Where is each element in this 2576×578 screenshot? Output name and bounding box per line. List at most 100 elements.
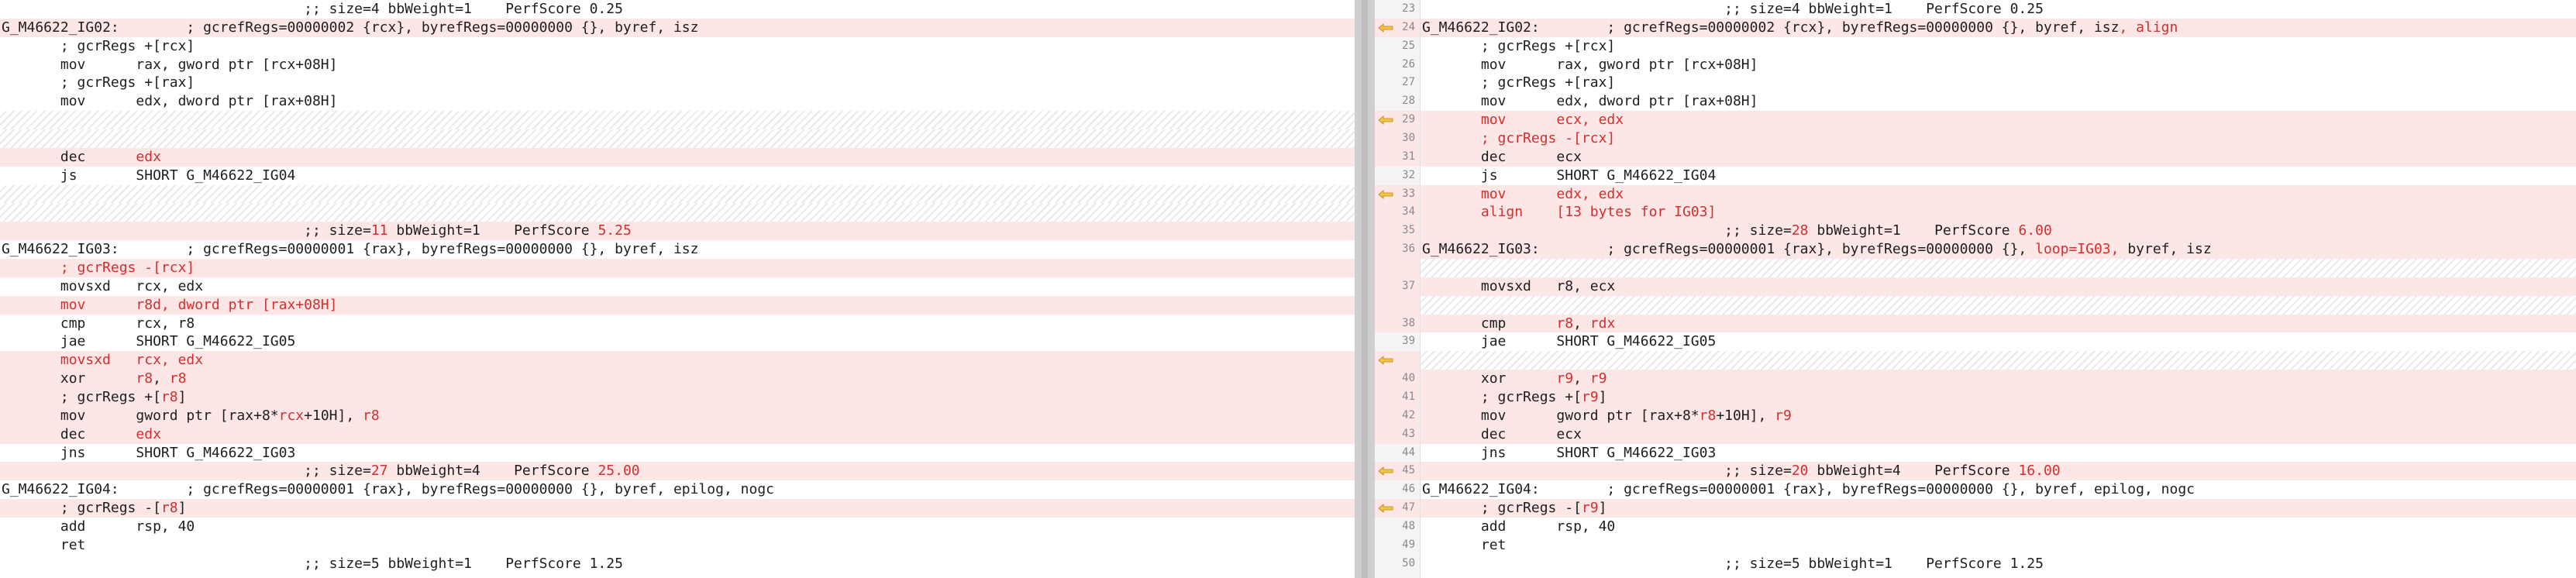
diff-viewer: ;; size=4 bbWeight=1 PerfScore 0.25 G_M46… xyxy=(0,0,2576,578)
code-line[interactable]: jns SHORT G_M46622_IG03 xyxy=(0,444,1355,463)
line-number: 23 xyxy=(1375,0,1420,19)
line-number: 48 xyxy=(1375,518,1420,536)
change-arrow-icon[interactable] xyxy=(1378,466,1393,477)
code-line[interactable]: G_M46622_IG04: ; gcrefRegs=00000001 {rax… xyxy=(0,480,1355,499)
line-number-label: 35 xyxy=(1402,224,1415,237)
code-changed-line[interactable]: ; gcrRegs -[r8] xyxy=(0,499,1355,518)
change-arrow-icon[interactable] xyxy=(1378,356,1393,366)
code-changed-line[interactable]: G_M46622_IG02: ; gcrefRegs=00000002 {rcx… xyxy=(0,18,1355,37)
code-line[interactable]: movsxd rcx, edx xyxy=(0,277,1355,296)
line-number: 35 xyxy=(1375,222,1420,241)
changed-token: r8 xyxy=(363,407,380,424)
pane-splitter[interactable] xyxy=(1355,0,1375,578)
code-changed-line[interactable]: align [13 bytes for IG03] xyxy=(1421,203,2576,222)
line-number-label: 44 xyxy=(1402,446,1415,459)
code-line[interactable]: ; gcrRegs +[rax] xyxy=(1421,74,2576,92)
code-changed-line[interactable]: ;; size=20 bbWeight=4 PerfScore 16.00 xyxy=(1421,462,2576,481)
code-changed-line[interactable]: cmp r8, rdx xyxy=(1421,314,2576,333)
code-changed-line[interactable]: ;; size=11 bbWeight=1 PerfScore 5.25 xyxy=(0,222,1355,241)
code-line[interactable]: ret xyxy=(0,536,1355,555)
code-line[interactable]: ;; size=4 bbWeight=1 PerfScore 0.25 xyxy=(1421,0,2576,19)
changed-token: r8 xyxy=(136,370,153,387)
code-line[interactable]: add rsp, 40 xyxy=(1421,518,2576,536)
code-changed-line[interactable]: movsxd r8, ecx xyxy=(1421,277,2576,296)
code-changed-line[interactable]: xor r9, r9 xyxy=(1421,370,2576,389)
line-number-label: 27 xyxy=(1402,76,1415,89)
changed-token: r8 xyxy=(160,389,178,406)
code-changed-line[interactable]: mov gword ptr [rax+8*r8+10H], r9 xyxy=(1421,406,2576,425)
code-line[interactable]: jae SHORT G_M46622_IG05 xyxy=(1421,332,2576,351)
changed-token: r9 xyxy=(1581,500,1599,517)
line-number-label: 23 xyxy=(1402,2,1415,15)
line-number-label: 33 xyxy=(1402,187,1415,200)
code-changed-line[interactable]: xor r8, r8 xyxy=(0,370,1355,389)
code-changed-line[interactable]: dec ecx xyxy=(1421,425,2576,444)
code-line[interactable]: mov rax, gword ptr [rcx+08H] xyxy=(0,56,1355,74)
code-changed-line[interactable]: dec ecx xyxy=(1421,147,2576,167)
diff-padding-row xyxy=(0,203,1355,222)
changed-token: 28 xyxy=(1791,222,1809,239)
code-line[interactable]: ;; size=4 bbWeight=1 PerfScore 0.25 xyxy=(0,0,1355,19)
change-arrow-icon[interactable] xyxy=(1378,189,1393,199)
code-line[interactable]: cmp rcx, r8 xyxy=(0,315,1355,333)
code-changed-line[interactable]: dec edx xyxy=(0,147,1355,167)
code-changed-line[interactable]: ; gcrRegs -[rcx] xyxy=(0,259,1355,277)
code-line[interactable]: G_M46622_IG03: ; gcrefRegs=00000001 {rax… xyxy=(0,240,1355,259)
change-arrow-icon[interactable] xyxy=(1378,115,1393,126)
code-line[interactable]: ret xyxy=(1421,536,2576,555)
code-changed-line[interactable]: movsxd rcx, edx xyxy=(0,351,1355,370)
code-changed-line[interactable]: mov ecx, edx xyxy=(1421,111,2576,130)
left-code-pane[interactable]: ;; size=4 bbWeight=1 PerfScore 0.25 G_M46… xyxy=(0,0,1355,578)
code-changed-line[interactable]: G_M46622_IG03: ; gcrefRegs=00000001 {rax… xyxy=(1421,240,2576,260)
code-line[interactable]: G_M46622_IG04: ; gcrefRegs=00000001 {rax… xyxy=(1421,480,2576,499)
code-changed-line[interactable]: dec edx xyxy=(0,425,1355,444)
line-number-label: 36 xyxy=(1402,243,1415,256)
line-number-label: 48 xyxy=(1402,520,1415,533)
code-changed-line[interactable]: ; gcrRegs +[r8] xyxy=(0,388,1355,407)
line-number-label: 24 xyxy=(1402,20,1415,33)
code-line[interactable]: ; gcrRegs +[rcx] xyxy=(0,37,1355,56)
changed-token: r9 xyxy=(1556,370,1574,387)
code-changed-line[interactable]: mov gword ptr [rax+8*rcx+10H], r8 xyxy=(0,406,1355,425)
changed-token: r9 xyxy=(1775,407,1792,424)
code-line[interactable]: ;; size=5 bbWeight=1 PerfScore 1.25 xyxy=(1421,555,2576,573)
line-number: 47 xyxy=(1375,499,1420,518)
code-changed-line[interactable]: ; gcrRegs -[rcx] xyxy=(1421,129,2576,148)
change-arrow-icon[interactable] xyxy=(1378,504,1393,514)
line-number: 37 xyxy=(1375,277,1420,296)
line-number-label: 50 xyxy=(1402,556,1415,569)
code-changed-line[interactable]: mov r8d, dword ptr [rax+08H] xyxy=(0,295,1355,315)
code-changed-line[interactable]: ;; size=27 bbWeight=4 PerfScore 25.00 xyxy=(0,462,1355,481)
code-line[interactable]: js SHORT G_M46622_IG04 xyxy=(1421,167,2576,185)
code-line[interactable]: jns SHORT G_M46622_IG03 xyxy=(1421,444,2576,463)
code-line[interactable]: mov edx, dword ptr [rax+08H] xyxy=(0,92,1355,111)
changed-token: , align xyxy=(2119,19,2178,36)
code-line[interactable]: js SHORT G_M46622_IG04 xyxy=(0,167,1355,185)
line-number: 32 xyxy=(1375,167,1420,185)
right-code-pane[interactable]: 23 24 25 26 27 28 29 30 31 32 33 34 35 36 37 38 39 40 41 42… xyxy=(1375,0,2576,578)
code-line[interactable]: jae SHORT G_M46622_IG05 xyxy=(0,332,1355,351)
code-line[interactable]: ; gcrRegs +[rax] xyxy=(0,74,1355,92)
change-arrow-icon[interactable] xyxy=(1378,23,1393,33)
line-number-label: 41 xyxy=(1402,390,1415,404)
right-code-area[interactable]: ;; size=4 bbWeight=1 PerfScore 0.25 G_M46… xyxy=(1421,0,2576,578)
code-changed-line[interactable]: ;; size=28 bbWeight=1 PerfScore 6.00 xyxy=(1421,222,2576,241)
changed-token: r8 xyxy=(1699,407,1717,424)
changed-token: rcx xyxy=(278,407,305,424)
code-changed-line[interactable]: ; gcrRegs -[r9] xyxy=(1421,499,2576,518)
code-changed-line[interactable]: mov edx, edx xyxy=(1421,184,2576,204)
code-line[interactable]: mov edx, dword ptr [rax+08H] xyxy=(1421,92,2576,111)
code-line[interactable]: ;; size=5 bbWeight=1 PerfScore 1.25 xyxy=(0,555,1355,573)
code-changed-line[interactable]: ; gcrRegs +[r9] xyxy=(1421,388,2576,407)
code-line[interactable]: ; gcrRegs +[rcx] xyxy=(1421,37,2576,56)
line-number-label: 43 xyxy=(1402,427,1415,440)
line-number-gutter: 23 24 25 26 27 28 29 30 31 32 33 34 35 36 37 38 39 40 41 42… xyxy=(1375,0,1421,578)
line-number: 26 xyxy=(1375,56,1420,74)
diff-padding-row xyxy=(1421,259,2576,277)
code-changed-line[interactable]: G_M46622_IG02: ; gcrefRegs=00000002 {rcx… xyxy=(1421,18,2576,37)
changed-token: 20 xyxy=(1791,463,1809,480)
code-line[interactable]: mov rax, gword ptr [rcx+08H] xyxy=(1421,56,2576,74)
code-line[interactable]: add rsp, 40 xyxy=(0,518,1355,536)
line-number-label: 29 xyxy=(1402,113,1415,126)
line-number: 45 xyxy=(1375,462,1420,481)
